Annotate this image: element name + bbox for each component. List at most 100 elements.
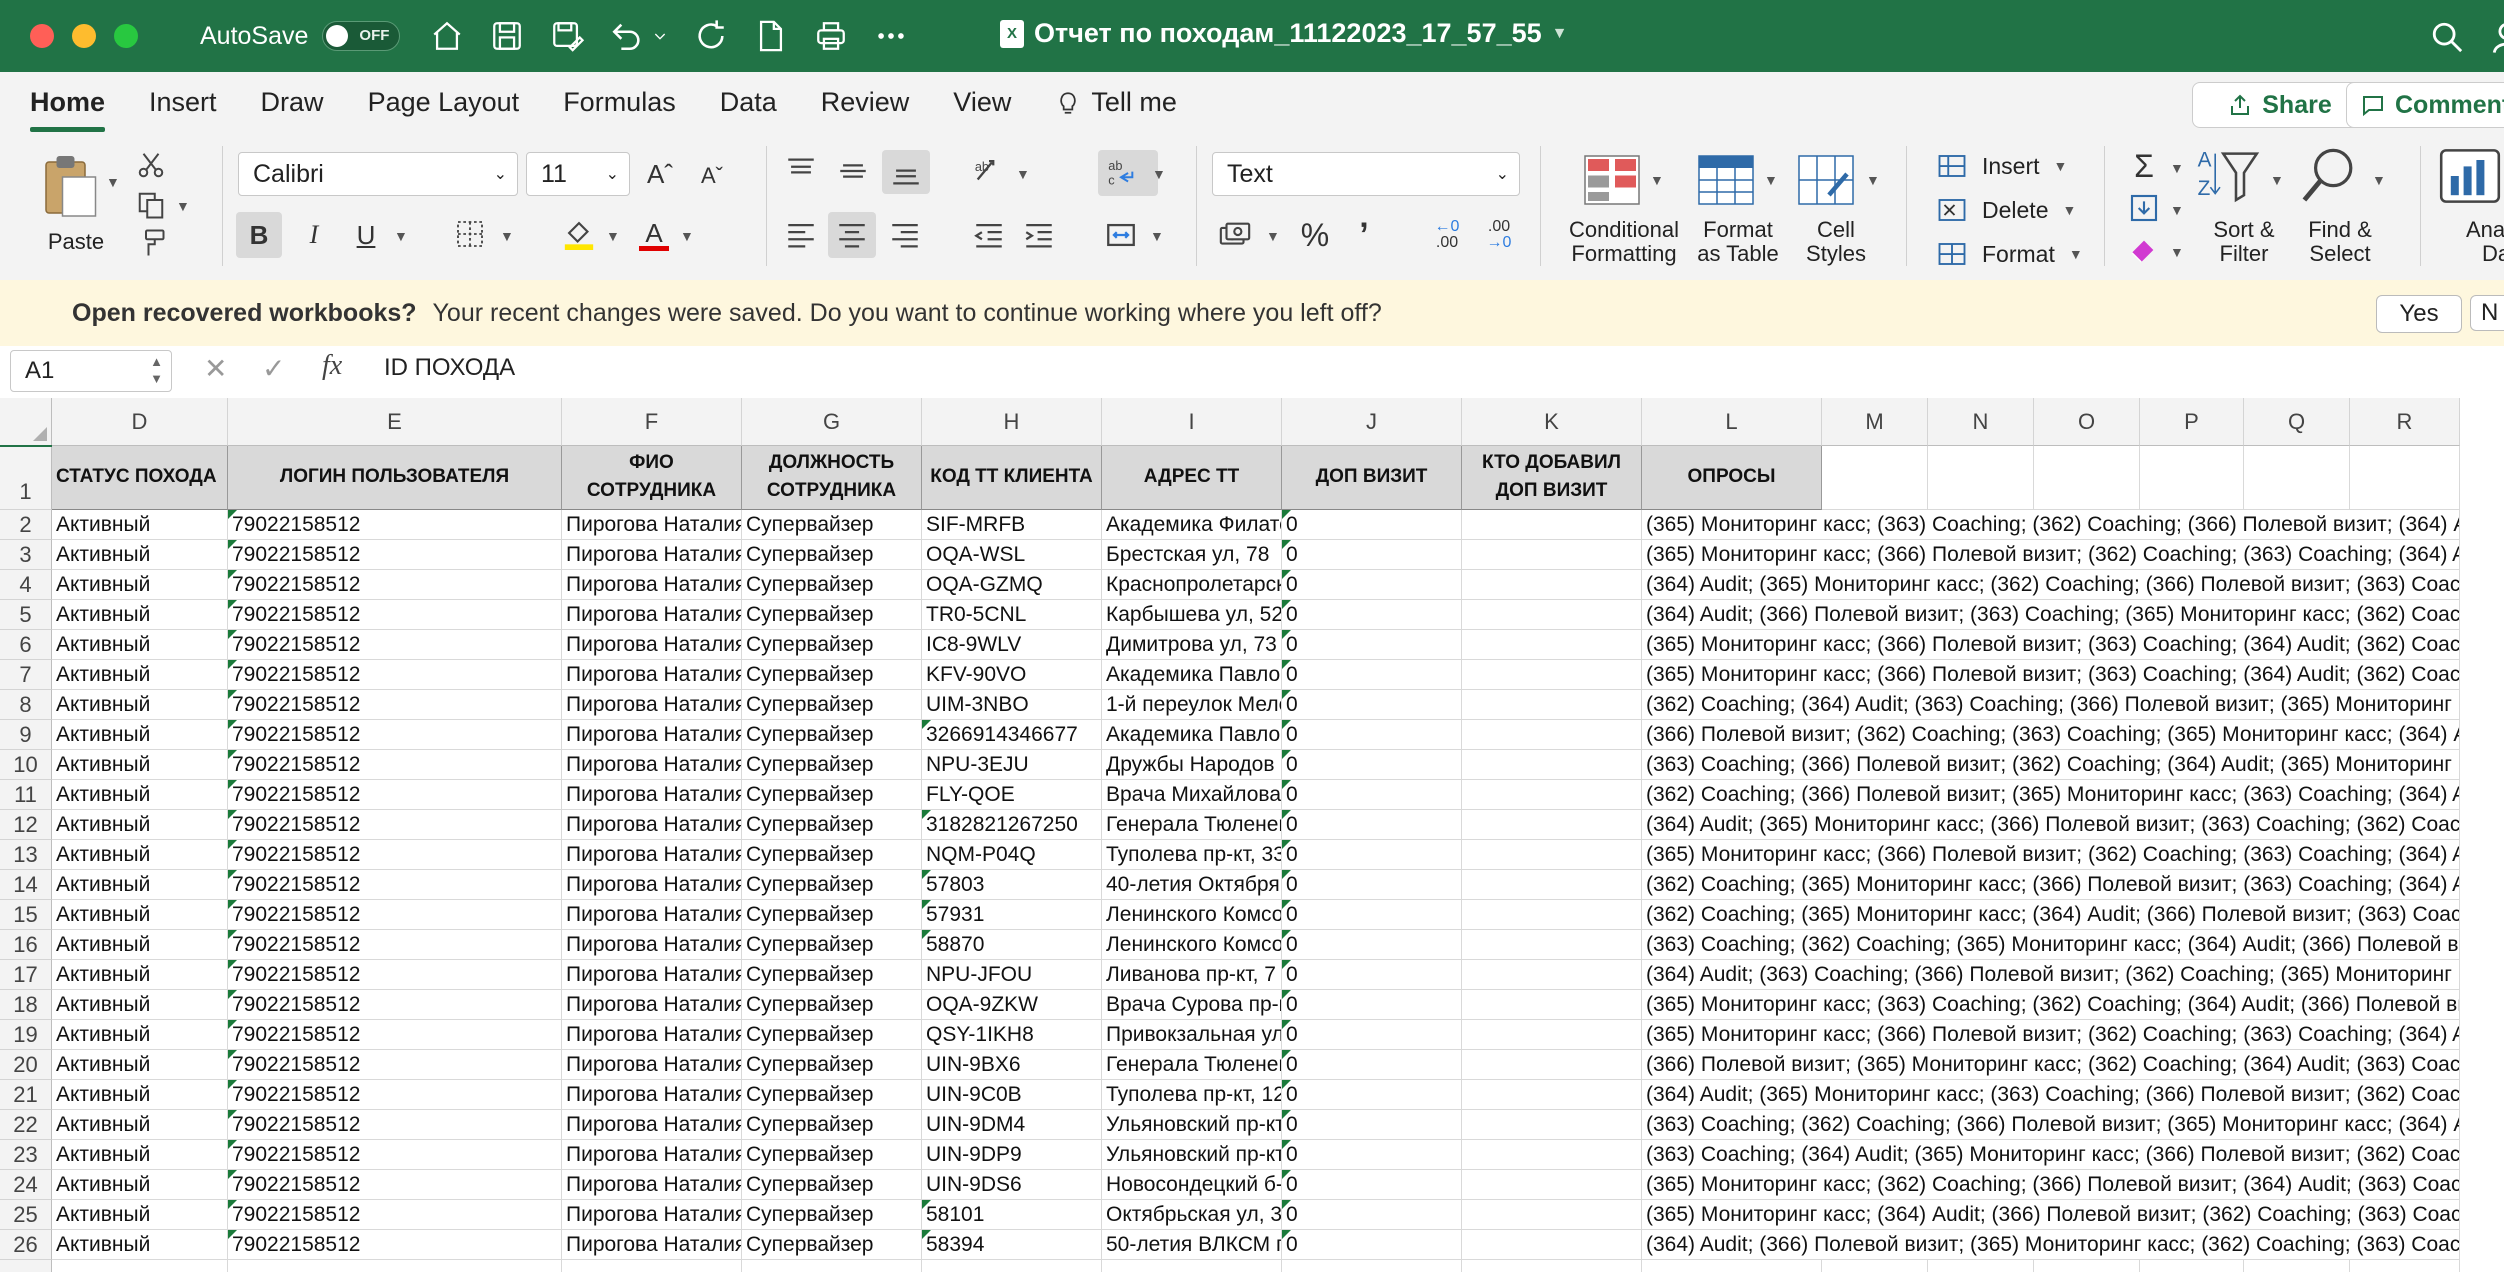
row-header[interactable]: 7 (0, 660, 52, 690)
cell-code[interactable]: UIN-9DP9 (922, 1140, 1102, 1170)
cell-dop[interactable]: 0 (1282, 1140, 1462, 1170)
cell-role[interactable]: Супервайзер (742, 1140, 922, 1170)
bold-button[interactable]: B (236, 212, 282, 258)
empty-cell[interactable] (52, 1260, 228, 1272)
cell-addr[interactable]: Брестская ул, 78 (1102, 540, 1282, 570)
cell-fio[interactable]: Пирогова Наталия (562, 510, 742, 540)
empty-cell[interactable] (742, 1260, 922, 1272)
tab-insert[interactable]: Insert (127, 87, 239, 132)
cut-icon[interactable] (136, 150, 166, 180)
cell-addr[interactable]: Ленинского Комсом (1102, 900, 1282, 930)
cell-code[interactable]: 58870 (922, 930, 1102, 960)
number-as-text-indicator[interactable] (1282, 690, 1291, 699)
cell-login[interactable]: 79022158512 (228, 720, 562, 750)
save-icon[interactable] (490, 19, 524, 53)
cell-fio[interactable]: Пирогова Наталия (562, 1110, 742, 1140)
number-as-text-indicator[interactable] (228, 1200, 237, 1209)
cell-login[interactable]: 79022158512 (228, 600, 562, 630)
number-as-text-indicator[interactable] (1282, 1140, 1291, 1149)
underline-dropdown-icon[interactable]: ▼ (394, 228, 408, 244)
cell-status[interactable]: Активный (52, 1050, 228, 1080)
cell-dop[interactable]: 0 (1282, 930, 1462, 960)
copy-dropdown-icon[interactable]: ▼ (176, 198, 190, 214)
column-header-h[interactable]: H (922, 398, 1102, 446)
empty-cell[interactable] (1822, 446, 1928, 510)
home-icon[interactable] (430, 19, 464, 53)
cell-surveys[interactable]: (363) Coaching; (362) Coaching; (366) По… (1642, 1110, 2460, 1140)
cell-role[interactable]: Супервайзер (742, 660, 922, 690)
row-header[interactable]: 23 (0, 1140, 52, 1170)
number-as-text-indicator[interactable] (1282, 1050, 1291, 1059)
cell-fio[interactable]: Пирогова Наталия (562, 660, 742, 690)
italic-button[interactable]: I (292, 212, 336, 258)
cell-role[interactable]: Супервайзер (742, 630, 922, 660)
cell-status[interactable]: Активный (52, 570, 228, 600)
cell-addr[interactable]: Димитрова ул, 73 (1102, 630, 1282, 660)
cell-role[interactable]: Супервайзер (742, 810, 922, 840)
cell-who[interactable] (1462, 900, 1642, 930)
cell-who[interactable] (1462, 510, 1642, 540)
column-header-j[interactable]: J (1282, 398, 1462, 446)
cell-code[interactable]: UIN-9C0B (922, 1080, 1102, 1110)
cell-login[interactable]: 79022158512 (228, 1230, 562, 1260)
cell-who[interactable] (1462, 1230, 1642, 1260)
autosum-button[interactable]: Σ (2124, 146, 2164, 186)
cell-addr[interactable]: Туполева пр-кт, 33 (1102, 840, 1282, 870)
cell-surveys[interactable]: (365) Мониторинг касс; (363) Coaching; (… (1642, 990, 2460, 1020)
cell-dop[interactable]: 0 (1282, 780, 1462, 810)
autosum-dropdown-icon[interactable]: ▼ (2170, 160, 2184, 176)
tab-formulas[interactable]: Formulas (541, 87, 698, 132)
cell-code[interactable]: SIF-MRFB (922, 510, 1102, 540)
orientation-icon[interactable]: ab (972, 154, 1006, 188)
cell-addr[interactable]: 1-й переулок Мелек (1102, 690, 1282, 720)
cell-who[interactable] (1462, 990, 1642, 1020)
column-header-n[interactable]: N (1928, 398, 2034, 446)
cell-addr[interactable]: Ульяновский пр-кт (1102, 1110, 1282, 1140)
row-header[interactable]: 12 (0, 810, 52, 840)
zoom-window-button[interactable] (114, 24, 138, 48)
cell-fio[interactable]: Пирогова Наталия (562, 930, 742, 960)
cell-login[interactable]: 79022158512 (228, 510, 562, 540)
cell-code[interactable]: 3266914346677 (922, 720, 1102, 750)
cell-addr[interactable]: Карбышева ул, 52 (1102, 600, 1282, 630)
cell-code[interactable]: 58394 (922, 1230, 1102, 1260)
cell-surveys[interactable]: (365) Мониторинг касс; (364) Audit; (366… (1642, 1200, 2460, 1230)
print-icon[interactable] (814, 19, 848, 53)
cell-dop[interactable]: 0 (1282, 750, 1462, 780)
cell-dop[interactable]: 0 (1282, 870, 1462, 900)
cell-fio[interactable]: Пирогова Наталия (562, 540, 742, 570)
tab-view[interactable]: View (931, 87, 1033, 132)
align-left-icon[interactable] (784, 218, 818, 252)
number-as-text-indicator[interactable] (228, 570, 237, 579)
cell-role[interactable]: Супервайзер (742, 690, 922, 720)
tell-me-search[interactable]: Tell me (1033, 87, 1199, 132)
number-as-text-indicator[interactable] (228, 840, 237, 849)
tab-draw[interactable]: Draw (239, 87, 346, 132)
spreadsheet-grid[interactable]: D E F G H I J K L M N O P Q R 1 СТАТУС ПОХОДА ЛОГИН ПОЛЬЗ… (0, 398, 2504, 1272)
cell-surveys[interactable]: (366) Полевой визит; (362) Coaching; (36… (1642, 720, 2460, 750)
cell-surveys[interactable]: (364) Audit; (365) Мониторинг касс; (362… (1642, 570, 2460, 600)
cell-dop[interactable]: 0 (1282, 1170, 1462, 1200)
empty-cell[interactable] (1822, 1260, 1928, 1272)
tab-page-layout[interactable]: Page Layout (346, 87, 542, 132)
underline-button[interactable]: U (344, 212, 388, 258)
copy-icon[interactable] (136, 190, 166, 220)
row-header[interactable]: 17 (0, 960, 52, 990)
align-middle-icon[interactable] (836, 154, 870, 188)
row-header[interactable]: 4 (0, 570, 52, 600)
cell-status[interactable]: Активный (52, 1230, 228, 1260)
align-top-icon[interactable] (784, 154, 818, 188)
comments-button[interactable]: Comments (2346, 82, 2504, 128)
tab-data[interactable]: Data (698, 87, 799, 132)
empty-cell[interactable] (1102, 1260, 1282, 1272)
number-as-text-indicator[interactable] (1282, 1020, 1291, 1029)
cell-dop[interactable]: 0 (1282, 810, 1462, 840)
cell-who[interactable] (1462, 750, 1642, 780)
cell-who[interactable] (1462, 1050, 1642, 1080)
more-options-icon[interactable] (874, 19, 908, 53)
cell-role[interactable]: Супервайзер (742, 1110, 922, 1140)
cell-dop[interactable]: 0 (1282, 990, 1462, 1020)
cell-status[interactable]: Активный (52, 630, 228, 660)
cell-dop[interactable]: 0 (1282, 1200, 1462, 1230)
cell-role[interactable]: Супервайзер (742, 780, 922, 810)
